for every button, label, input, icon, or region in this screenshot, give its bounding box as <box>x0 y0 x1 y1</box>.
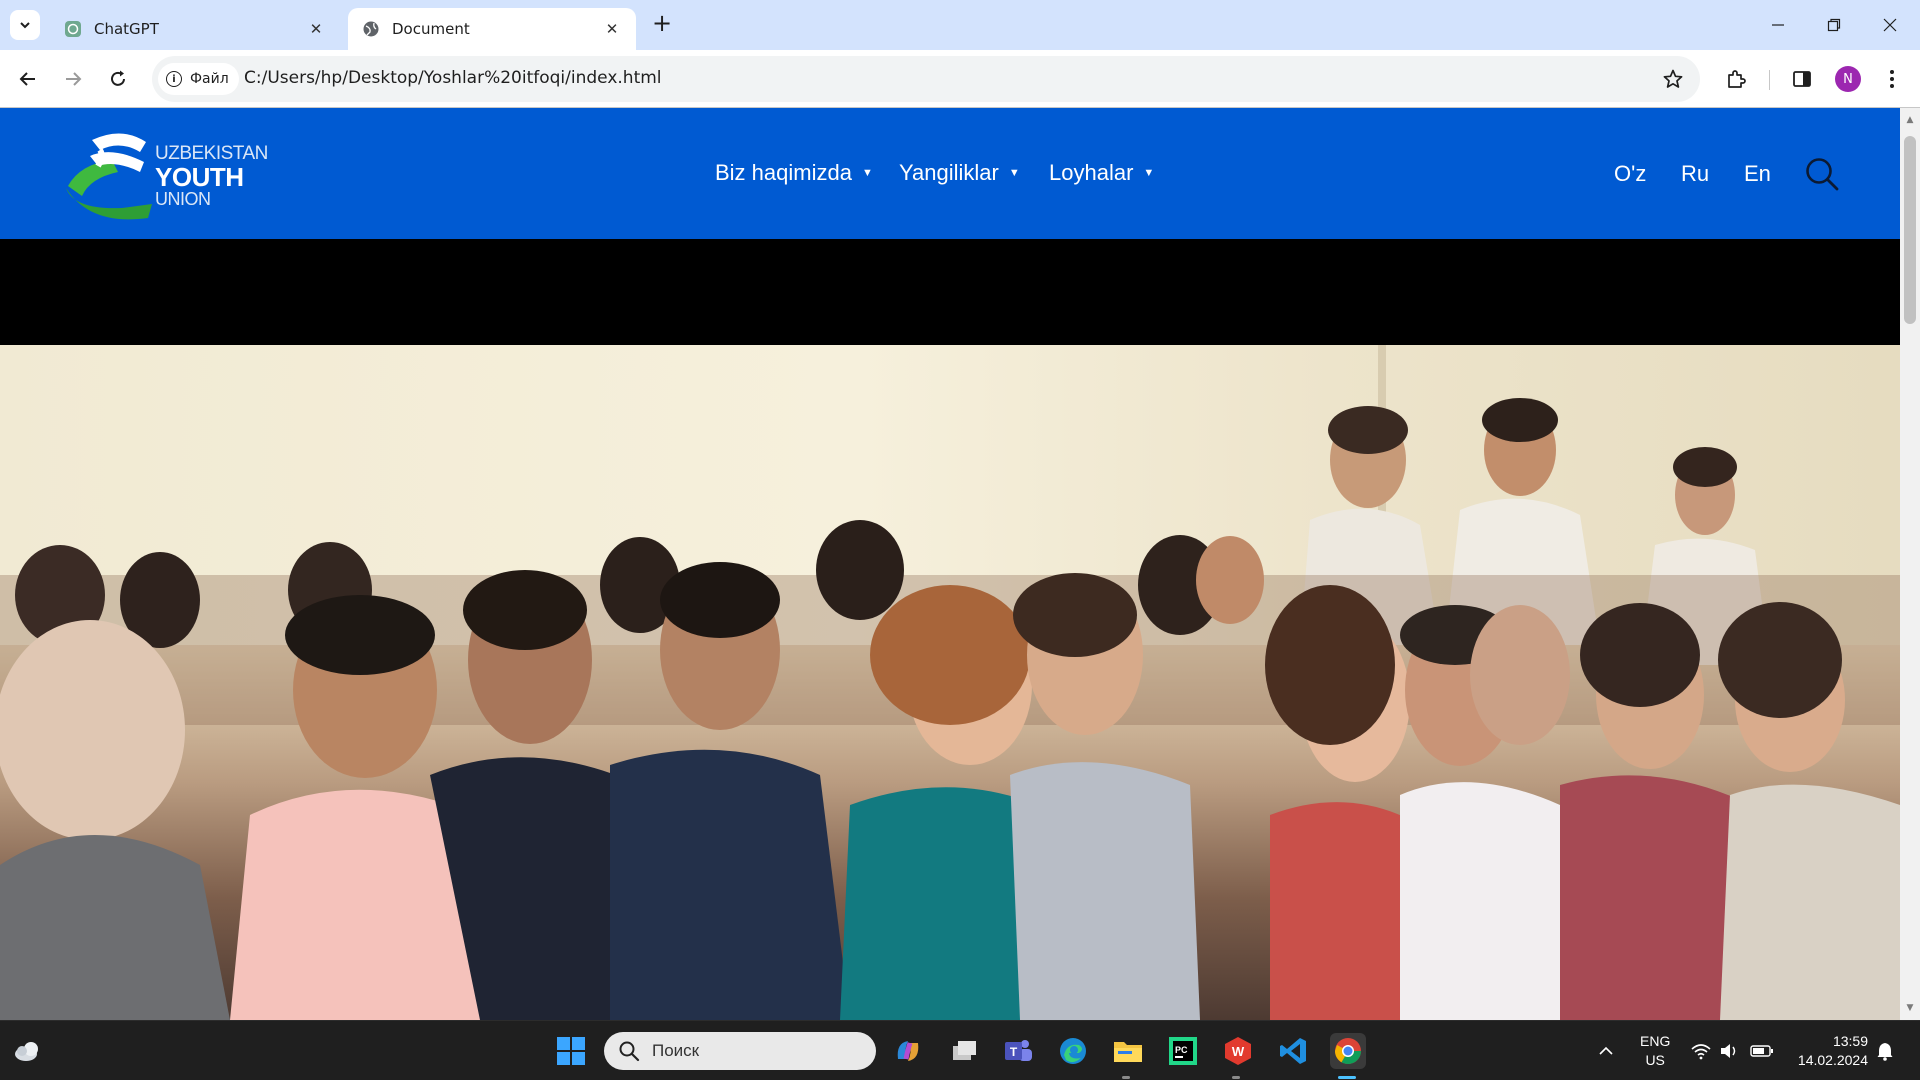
volume-icon[interactable] <box>1716 1033 1742 1069</box>
show-hidden-icons-chevron-icon[interactable] <box>1591 1033 1621 1069</box>
copilot-icon[interactable] <box>890 1033 926 1069</box>
teams-icon[interactable]: T <box>1000 1033 1036 1069</box>
reload-icon[interactable] <box>104 65 132 93</box>
caret-down-icon: ▼ <box>861 167 873 179</box>
address-bar[interactable]: i Файл C:/Users/hp/Desktop/Yoshlar%20itf… <box>152 56 1700 102</box>
input-lang-line-2: US <box>1645 1052 1665 1068</box>
file-explorer-icon[interactable] <box>1110 1033 1146 1069</box>
tab-chatgpt[interactable]: ChatGPT ✕ <box>50 8 340 50</box>
audience-silhouettes <box>0 398 1900 1020</box>
windows-start-icon[interactable] <box>553 1033 589 1069</box>
toolbar-divider <box>1769 70 1770 90</box>
minimize-icon[interactable] <box>1750 0 1806 50</box>
page-scrollbar[interactable]: ▲ ▼ <box>1900 108 1920 1020</box>
close-tab-icon[interactable]: ✕ <box>306 19 326 39</box>
scrollbar-thumb[interactable] <box>1904 136 1916 324</box>
bookmark-star-icon[interactable] <box>1660 66 1686 92</box>
running-indicator <box>1122 1076 1130 1079</box>
browser-tab-strip: ChatGPT ✕ Document ✕ + <box>0 0 1920 50</box>
nav-item-biz-haqimizda[interactable]: Biz haqimizda ▼ <box>715 160 873 186</box>
scroll-down-arrow-icon[interactable]: ▼ <box>1900 998 1920 1018</box>
taskbar-search-box[interactable]: Поиск <box>604 1032 876 1070</box>
menu-kebab-icon[interactable] <box>1878 65 1906 93</box>
uzbekistan-youth-union-logo[interactable]: UZBEKISTAN YOUTH UNION <box>60 126 268 222</box>
site-header: UZBEKISTAN YOUTH UNION Biz haqimizda ▼ Y… <box>0 108 1900 239</box>
profile-avatar[interactable]: N <box>1835 66 1861 92</box>
tab-document[interactable]: Document ✕ <box>348 8 636 50</box>
weather-cloud-icon[interactable] <box>10 1033 46 1069</box>
chrome-icon[interactable] <box>1330 1033 1366 1069</box>
browser-toolbar: i Файл C:/Users/hp/Desktop/Yoshlar%20itf… <box>0 50 1920 108</box>
tab-title: Document <box>392 20 470 38</box>
pycharm-icon[interactable]: PC <box>1165 1033 1201 1069</box>
windows-taskbar: Поиск T PC W ENG US 13:59 14.02.2024 <box>0 1020 1920 1080</box>
clock-date: 14.02.2024 <box>1797 1052 1868 1068</box>
page-viewport: UZBEKISTAN YOUTH UNION Biz haqimizda ▼ Y… <box>0 108 1920 1020</box>
logo-wordmark: UZBEKISTAN YOUTH UNION <box>155 144 268 208</box>
notification-bell-icon[interactable] <box>1870 1033 1900 1069</box>
extensions-puzzle-icon[interactable] <box>1722 65 1750 93</box>
lang-en-link[interactable]: En <box>1744 161 1771 187</box>
side-panel-icon[interactable] <box>1788 65 1816 93</box>
search-magnifier-icon <box>619 1041 640 1062</box>
nav-item-label: Loyhalar <box>1049 160 1134 185</box>
clock-time: 13:59 <box>1832 1033 1868 1049</box>
active-app-indicator <box>1338 1076 1356 1079</box>
task-view-icon[interactable] <box>946 1033 982 1069</box>
system-clock[interactable]: 13:59 14.02.2024 <box>1790 1032 1868 1070</box>
hero-video-audience-photo[interactable] <box>0 345 1900 1020</box>
logo-line-2: YOUTH <box>155 162 244 192</box>
chatgpt-icon <box>64 20 82 38</box>
logo-line-1: UZBEKISTAN <box>155 143 268 164</box>
globe-icon <box>362 20 380 38</box>
forward-arrow-icon[interactable] <box>59 65 87 93</box>
svg-text:PC: PC <box>1175 1045 1188 1055</box>
nav-item-label: Yangiliklar <box>899 160 999 185</box>
site-chip-label: Файл <box>190 71 229 87</box>
nav-item-loyhalar[interactable]: Loyhalar ▼ <box>1049 160 1154 186</box>
video-letterbox-bar <box>0 239 1900 345</box>
close-window-icon[interactable] <box>1862 0 1918 50</box>
lang-uz-link[interactable]: O'z <box>1614 161 1646 187</box>
input-lang-line-1: ENG <box>1640 1033 1671 1049</box>
edge-icon[interactable] <box>1055 1033 1091 1069</box>
info-icon: i <box>166 71 182 87</box>
restore-icon[interactable] <box>1806 0 1862 50</box>
close-tab-icon[interactable]: ✕ <box>602 19 622 39</box>
caret-down-icon: ▼ <box>1008 167 1020 179</box>
running-indicator <box>1232 1076 1240 1079</box>
back-arrow-icon[interactable] <box>14 65 42 93</box>
nav-item-label: Biz haqimizda <box>715 160 852 185</box>
scroll-up-arrow-icon[interactable]: ▲ <box>1900 110 1920 130</box>
url-text[interactable]: C:/Users/hp/Desktop/Yoshlar%20itfoqi/ind… <box>244 68 662 88</box>
tab-title: ChatGPT <box>94 20 159 38</box>
battery-icon[interactable] <box>1748 1033 1776 1069</box>
tab-search-chevron-icon[interactable] <box>10 10 40 40</box>
nav-item-yangiliklar[interactable]: Yangiliklar ▼ <box>899 160 1020 186</box>
logo-line-3: UNION <box>155 189 211 209</box>
vscode-icon[interactable] <box>1275 1033 1311 1069</box>
site-info-chip[interactable]: i Файл <box>158 63 239 95</box>
svg-text:W: W <box>1232 1044 1245 1059</box>
search-icon[interactable] <box>1804 156 1840 192</box>
new-tab-plus-icon[interactable]: + <box>650 11 674 36</box>
wps-office-icon[interactable]: W <box>1220 1033 1256 1069</box>
wifi-icon[interactable] <box>1688 1033 1714 1069</box>
lang-ru-link[interactable]: Ru <box>1681 161 1709 187</box>
input-language-indicator[interactable]: ENG US <box>1640 1032 1670 1070</box>
svg-text:T: T <box>1010 1045 1018 1059</box>
caret-down-icon: ▼ <box>1143 167 1155 179</box>
search-placeholder: Поиск <box>652 1041 700 1060</box>
